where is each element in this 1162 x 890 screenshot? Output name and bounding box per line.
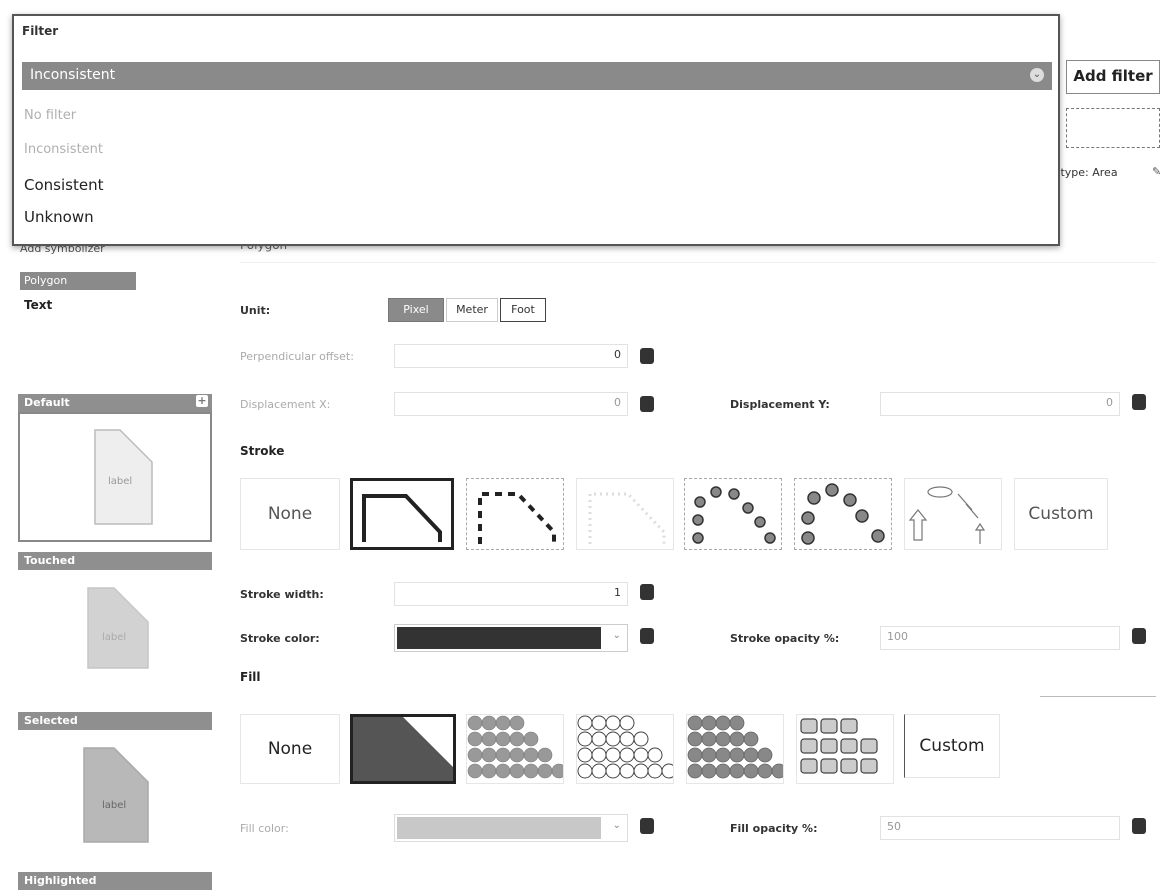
state-touched-preview[interactable]: label [18, 572, 212, 672]
dotted-stroke-icon [588, 492, 666, 544]
fill-none-label: None [267, 739, 313, 759]
polygon-preview [83, 747, 149, 843]
solid-fill-icon [353, 717, 453, 781]
dot-pattern-fill-icon [467, 715, 563, 779]
unit-meter-button[interactable]: Meter [446, 298, 498, 322]
fill-dots-dark-option[interactable] [686, 714, 784, 784]
displacement-x-input[interactable]: 0 [394, 392, 628, 416]
fill-none-option[interactable]: None [240, 714, 340, 784]
stroke-circles-option[interactable] [684, 478, 782, 550]
stroke-width-input[interactable]: 1 [394, 582, 628, 606]
fill-divider [1040, 696, 1156, 697]
displacement-x-label: Displacement X: [240, 398, 331, 411]
edit-icon[interactable]: ✎ [1152, 165, 1161, 178]
filter-title: Filter [22, 24, 59, 38]
polygon-preview [87, 587, 149, 669]
fill-color-label: Fill color: [240, 822, 289, 835]
database-icon[interactable] [640, 584, 654, 600]
state-touched-header[interactable]: Touched [18, 552, 212, 570]
preview-label: label [102, 632, 127, 643]
stroke-color-picker[interactable]: ⌄ [394, 624, 628, 652]
preview-label: label [108, 476, 133, 487]
fill-section-title: Fill [240, 670, 261, 684]
displacement-y-input[interactable]: 0 [880, 392, 1120, 416]
stroke-circles-large-option[interactable] [794, 478, 892, 550]
fill-opacity-input[interactable]: 50 [880, 816, 1120, 840]
plus-icon[interactable]: + [196, 395, 208, 407]
filter-option[interactable]: Unknown [24, 208, 94, 226]
filter-expression-field[interactable] [1066, 108, 1160, 148]
sidebar-item-polygon[interactable]: Polygon [20, 272, 136, 290]
stroke-faint-option[interactable] [576, 478, 674, 550]
dashed-stroke-icon [478, 492, 556, 544]
perpendicular-offset-input[interactable]: 0 [394, 344, 628, 368]
area-type-label: g type: Area [1050, 166, 1118, 179]
stroke-arrows-option[interactable] [904, 478, 1002, 550]
stroke-none-label: None [267, 504, 313, 524]
stroke-section-title: Stroke [240, 444, 285, 458]
fill-solid-option[interactable] [350, 714, 456, 784]
state-touched-label: Touched [24, 554, 76, 567]
state-default-label: Default [24, 396, 70, 409]
stroke-opacity-input[interactable]: 100 [880, 626, 1120, 650]
filter-option[interactable]: No filter [24, 108, 76, 123]
database-icon[interactable] [1132, 818, 1146, 834]
fill-custom-label: Custom [919, 736, 985, 756]
stroke-width-label: Stroke width: [240, 588, 324, 601]
fill-color-swatch [397, 817, 601, 839]
symbol-pattern-fill-icon [800, 718, 878, 774]
sidebar-item-text[interactable]: Text [24, 298, 52, 312]
database-icon[interactable] [640, 628, 654, 644]
database-icon[interactable] [1132, 628, 1146, 644]
state-selected-header[interactable]: Selected [18, 712, 212, 730]
filter-dropdown-popup[interactable]: Filter Inconsistent ⌄ No filter Inconsis… [12, 14, 1060, 246]
stroke-custom-option[interactable]: Custom [1014, 478, 1108, 550]
database-icon[interactable] [1132, 394, 1146, 410]
solid-stroke-icon [362, 494, 442, 542]
stroke-color-swatch [397, 627, 601, 649]
ring-pattern-fill-icon [577, 715, 673, 779]
fill-custom-option[interactable]: Custom [904, 714, 1000, 778]
chevron-down-icon: ⌄ [1030, 68, 1044, 82]
database-icon[interactable] [640, 348, 654, 364]
stroke-dashed-option[interactable] [466, 478, 564, 550]
stroke-color-label: Stroke color: [240, 632, 320, 645]
state-selected-label: Selected [24, 714, 78, 727]
filter-option[interactable]: Consistent [24, 176, 103, 194]
stroke-none-option[interactable]: None [240, 478, 340, 550]
circle-marker-stroke-icon [692, 486, 776, 544]
database-icon[interactable] [640, 818, 654, 834]
fill-opacity-label: Fill opacity %: [730, 822, 818, 835]
unit-pixel-button[interactable]: Pixel [388, 298, 444, 322]
fill-rings-option[interactable] [576, 714, 674, 784]
filter-select[interactable]: Inconsistent ⌄ [22, 62, 1052, 90]
state-selected-preview[interactable]: label [18, 732, 212, 850]
circle-marker-stroke-icon [801, 483, 885, 545]
stroke-solid-option[interactable] [350, 478, 454, 550]
fill-dots-option[interactable] [466, 714, 564, 784]
state-default-header[interactable]: Default + [18, 394, 212, 412]
filter-option[interactable]: Inconsistent [24, 142, 103, 157]
fill-symbols-option[interactable] [796, 714, 894, 784]
perpendicular-offset-label: Perpendicular offset: [240, 350, 354, 363]
stroke-custom-label: Custom [1028, 504, 1094, 524]
state-highlighted-header[interactable]: Highlighted [18, 872, 212, 890]
dot-pattern-fill-icon [687, 715, 783, 779]
fill-color-picker[interactable]: ⌄ [394, 814, 628, 842]
filter-selected-value: Inconsistent [30, 67, 116, 83]
stroke-opacity-label: Stroke opacity %: [730, 632, 840, 645]
add-filter-button[interactable]: Add filter [1066, 60, 1160, 94]
unit-foot-button[interactable]: Foot [500, 298, 546, 322]
preview-label: label [102, 800, 127, 811]
chevron-down-icon: ⌄ [612, 820, 621, 831]
displacement-y-label: Displacement Y: [730, 398, 830, 411]
chevron-down-icon: ⌄ [612, 630, 621, 641]
database-icon[interactable] [640, 396, 654, 412]
state-highlighted-label: Highlighted [24, 874, 97, 887]
state-default-preview[interactable]: label [18, 412, 212, 542]
arrow-marker-stroke-icon [908, 486, 986, 544]
unit-label: Unit: [240, 304, 271, 317]
section-divider [240, 262, 1156, 263]
